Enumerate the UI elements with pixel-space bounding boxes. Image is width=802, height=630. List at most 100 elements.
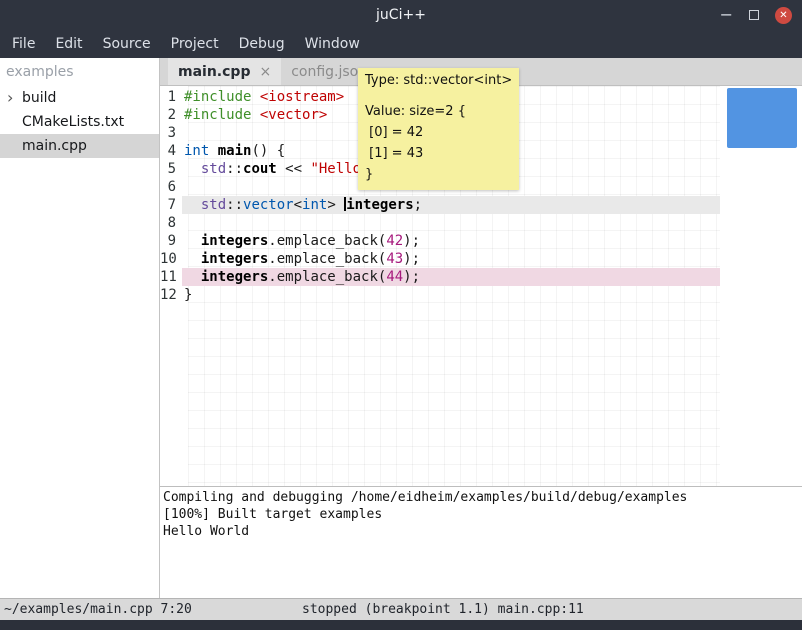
code-line-12[interactable]: 12}: [160, 286, 720, 304]
file-tree: › build CMakeLists.txt main.cpp: [0, 86, 159, 158]
code-token: integers: [201, 251, 268, 267]
file-panel-title: examples: [0, 58, 159, 86]
close-icon[interactable]: ✕: [775, 7, 792, 24]
code-text: std::vector<int> integers;: [182, 196, 720, 214]
tooltip-value-line: Value: size=2 {: [365, 101, 512, 122]
code-token: [209, 143, 217, 159]
code-line-11[interactable]: 11 integers.emplace_back(44);: [160, 268, 720, 286]
code-token: integers: [346, 197, 413, 213]
debug-value-tooltip: Type: std::vector<int> Value: size=2 { […: [358, 68, 519, 190]
tab-main.cpp[interactable]: main.cpp ×: [168, 58, 281, 85]
code-token: [184, 233, 201, 249]
code-token: [184, 161, 201, 177]
tree-item-build[interactable]: › build: [0, 86, 159, 110]
tree-item-CMakeLists.txt[interactable]: CMakeLists.txt: [0, 110, 159, 134]
code-line-10[interactable]: 10 integers.emplace_back(43);: [160, 250, 720, 268]
code-token: [184, 197, 201, 213]
line-number: 4: [160, 142, 182, 160]
line-number: 11: [160, 268, 182, 286]
scrollbar-thumb[interactable]: [727, 88, 797, 148]
menu-bar: FileEditSourceProjectDebugWindow: [0, 30, 802, 58]
title-bar: juCi++ − ✕: [0, 0, 802, 30]
code-line-8[interactable]: 8: [160, 214, 720, 232]
code-token: >: [327, 197, 344, 213]
code-token: int: [302, 197, 327, 213]
line-number: 6: [160, 178, 182, 196]
code-line-9[interactable]: 9 integers.emplace_back(42);: [160, 232, 720, 250]
file-panel: examples › build CMakeLists.txt main.cpp: [0, 58, 160, 598]
line-number: 9: [160, 232, 182, 250]
menu-debug[interactable]: Debug: [229, 36, 295, 52]
tooltip-value-line: [1] = 43: [365, 143, 512, 164]
code-token: main: [218, 143, 252, 159]
code-token: 43: [386, 251, 403, 267]
tree-item-main.cpp[interactable]: main.cpp: [0, 134, 159, 158]
line-number: 2: [160, 106, 182, 124]
line-number: 7: [160, 196, 182, 214]
code-token: int: [184, 143, 209, 159]
code-text: integers.emplace_back(43);: [182, 250, 720, 268]
tooltip-type-line: Type: std::vector<int>: [365, 73, 512, 88]
tree-item-label: build: [22, 90, 56, 106]
menu-project[interactable]: Project: [161, 36, 229, 52]
menu-edit[interactable]: Edit: [45, 36, 92, 52]
code-token: integers: [201, 233, 268, 249]
terminal-output: Compiling and debugging /home/eidheim/ex…: [160, 486, 802, 598]
tree-item-label: CMakeLists.txt: [22, 114, 124, 130]
code-token: ;: [414, 197, 422, 213]
debug-status: stopped (breakpoint 1.1) main.cpp:11: [302, 602, 584, 617]
code-text: }: [182, 286, 720, 304]
menu-source[interactable]: Source: [93, 36, 161, 52]
chevron-right-icon[interactable]: ›: [7, 86, 13, 110]
window-controls: − ✕: [720, 0, 792, 30]
terminal-line: Hello World: [163, 523, 799, 540]
tooltip-value-line: }: [365, 164, 512, 185]
code-token: 44: [386, 269, 403, 285]
tab-label: main.cpp: [178, 64, 250, 80]
code-text: integers.emplace_back(42);: [182, 232, 720, 250]
line-number: 5: [160, 160, 182, 178]
code-token: cout: [243, 161, 277, 177]
close-tab-icon[interactable]: ×: [259, 64, 271, 80]
terminal-line: Compiling and debugging /home/eidheim/ex…: [163, 489, 799, 506]
minimize-icon[interactable]: −: [720, 7, 733, 23]
tooltip-value-line: [0] = 42: [365, 122, 512, 143]
line-number: 12: [160, 286, 182, 304]
tree-item-label: main.cpp: [22, 138, 87, 154]
code-token: <<: [277, 161, 311, 177]
line-number: 8: [160, 214, 182, 232]
code-token: <: [294, 197, 302, 213]
cursor-position-status: ~/examples/main.cpp 7:20: [0, 602, 192, 617]
code-text: integers.emplace_back(44);: [182, 268, 720, 286]
menu-file[interactable]: File: [2, 36, 45, 52]
window-title: juCi++: [376, 7, 426, 23]
status-bar: ~/examples/main.cpp 7:20 stopped (breakp…: [0, 598, 802, 620]
code-token: #include: [184, 89, 251, 105]
line-number: 1: [160, 88, 182, 106]
line-number: 10: [160, 250, 182, 268]
code-token: .emplace_back(: [268, 251, 386, 267]
code-token: );: [403, 233, 420, 249]
line-number: 3: [160, 124, 182, 142]
code-token: #include: [184, 107, 251, 123]
code-token: () {: [251, 143, 285, 159]
code-token: [251, 89, 259, 105]
terminal-line: [100%] Built target examples: [163, 506, 799, 523]
restore-icon[interactable]: [749, 10, 759, 20]
code-token: std: [201, 197, 226, 213]
code-text: [182, 214, 720, 232]
code-token: );: [403, 269, 420, 285]
code-token: integers: [201, 269, 268, 285]
code-token: <iostream>: [260, 89, 344, 105]
code-token: <vector>: [260, 107, 327, 123]
code-token: [184, 269, 201, 285]
tooltip-value-block: Value: size=2 { [0] = 42 [1] = 43}: [365, 101, 512, 185]
code-token: std: [201, 161, 226, 177]
code-token: 42: [386, 233, 403, 249]
code-line-7[interactable]: 7 std::vector<int> integers;: [160, 196, 720, 214]
code-token: [251, 107, 259, 123]
tab-label: config.json: [291, 64, 367, 80]
code-token: .emplace_back(: [268, 233, 386, 249]
menu-window[interactable]: Window: [295, 36, 370, 52]
code-token: }: [184, 287, 192, 303]
